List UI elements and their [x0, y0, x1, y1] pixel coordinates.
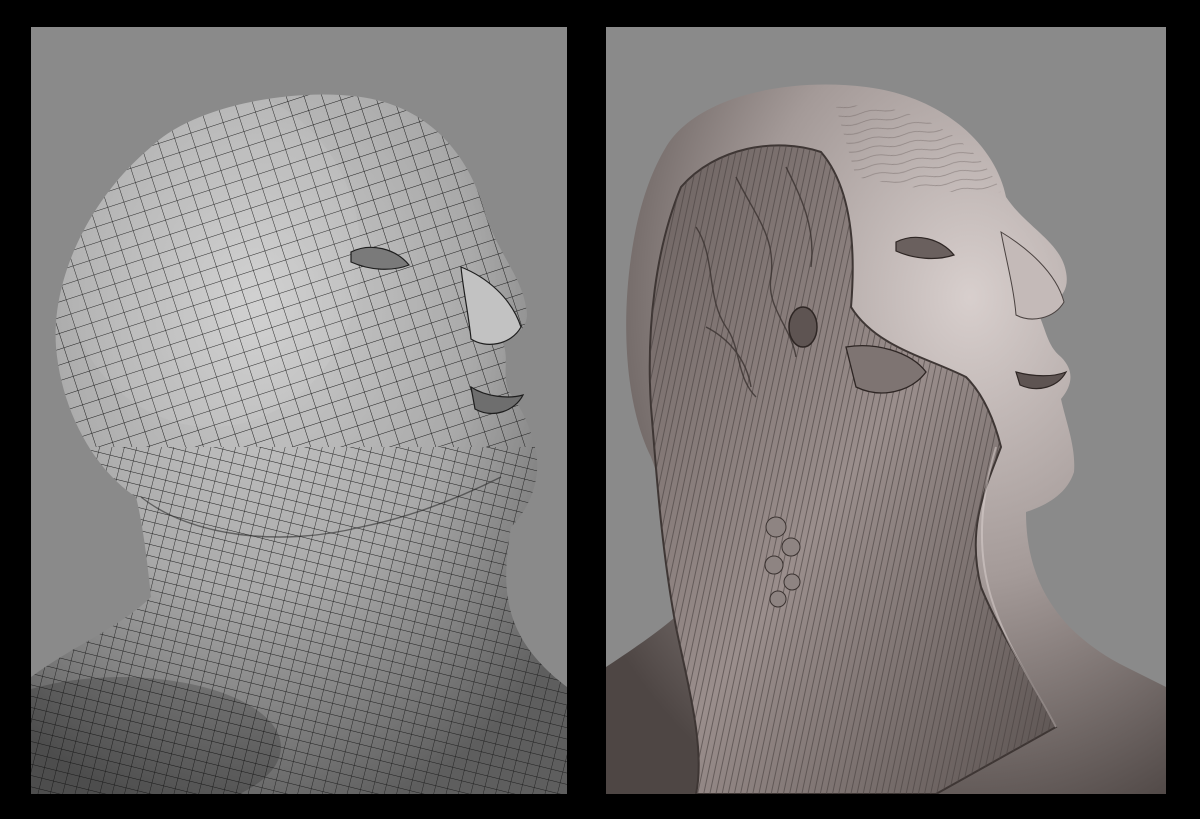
head-and-neck-mesh-icon [31, 94, 567, 794]
comparison-canvas: { "colors": { "frame": "#000000", "viewp… [0, 0, 1200, 819]
sculpted-render-panel [606, 27, 1166, 794]
head-and-neck-sculpt-icon [606, 84, 1166, 794]
ear-icon [788, 306, 818, 348]
wireframe-render-panel [31, 27, 567, 794]
